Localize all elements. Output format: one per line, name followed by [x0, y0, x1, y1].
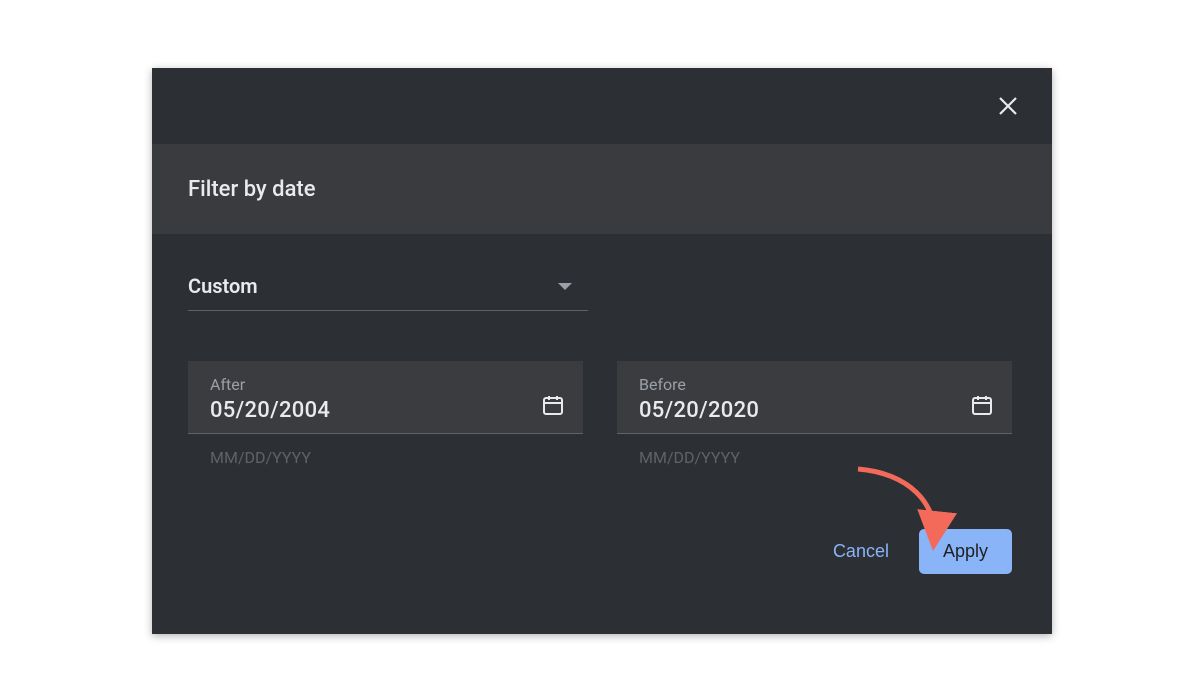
- after-hint: MM/DD/YYYY: [210, 448, 583, 467]
- before-date-field: Before 05/20/2020 MM/DD/YYYY: [617, 361, 1012, 467]
- before-hint: MM/DD/YYYY: [639, 448, 1012, 467]
- before-date-input[interactable]: Before 05/20/2020: [617, 361, 1012, 434]
- after-label: After: [210, 375, 330, 394]
- date-fields-row: After 05/20/2004 MM/DD/YYYY Before 05/20…: [188, 361, 1016, 467]
- before-label: Before: [639, 375, 759, 394]
- after-value: 05/20/2004: [210, 398, 330, 423]
- dialog-header: [152, 68, 1052, 144]
- calendar-icon[interactable]: [541, 393, 565, 417]
- dialog-title: Filter by date: [188, 177, 316, 202]
- cancel-button[interactable]: Cancel: [833, 541, 889, 562]
- apply-button[interactable]: Apply: [919, 529, 1012, 574]
- range-type-label: Custom: [188, 274, 258, 298]
- dialog-title-bar: Filter by date: [152, 144, 1052, 234]
- calendar-icon[interactable]: [970, 393, 994, 417]
- chevron-down-icon: [558, 283, 572, 290]
- before-value: 05/20/2020: [639, 398, 759, 423]
- before-date-col: Before 05/20/2020: [639, 375, 759, 423]
- filter-by-date-dialog: Filter by date Custom After 05/20/2004 M…: [152, 68, 1052, 634]
- close-icon[interactable]: [994, 92, 1022, 120]
- after-date-field: After 05/20/2004 MM/DD/YYYY: [188, 361, 583, 467]
- dialog-body: Custom After 05/20/2004 MM/DD/YYYY: [152, 234, 1052, 574]
- dialog-actions: Cancel Apply: [188, 529, 1016, 574]
- after-date-input[interactable]: After 05/20/2004: [188, 361, 583, 434]
- range-type-dropdown[interactable]: Custom: [188, 268, 588, 311]
- after-date-col: After 05/20/2004: [210, 375, 330, 423]
